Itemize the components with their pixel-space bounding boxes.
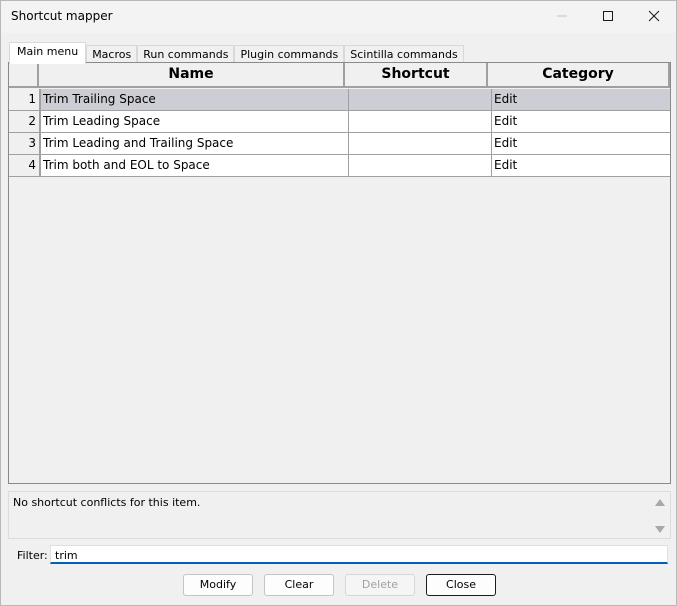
title-bar: Shortcut mapper	[1, 1, 676, 33]
conflict-info-box[interactable]: No shortcut conflicts for this item.	[8, 491, 671, 539]
row-shortcut[interactable]	[349, 133, 492, 155]
row-index: 4	[9, 155, 41, 177]
table-row[interactable]: 4 Trim both and EOL to Space Edit	[9, 155, 670, 177]
header-category[interactable]: Category	[488, 63, 670, 88]
table-row[interactable]: 1 Trim Trailing Space Edit	[9, 89, 670, 111]
row-category[interactable]: Edit	[492, 133, 670, 155]
conflict-info-text: No shortcut conflicts for this item.	[13, 496, 201, 509]
delete-button[interactable]: Delete	[345, 574, 415, 596]
row-name[interactable]: Trim Trailing Space	[41, 89, 349, 111]
shortcut-grid[interactable]: Name Shortcut Category 1 Trim Trailing S…	[8, 62, 671, 484]
close-button[interactable]: Close	[426, 574, 496, 596]
window-title: Shortcut mapper	[11, 9, 113, 23]
grid-header: Name Shortcut Category	[9, 63, 670, 88]
row-name[interactable]: Trim Leading and Trailing Space	[41, 133, 349, 155]
minimize-icon	[557, 15, 567, 17]
row-shortcut[interactable]	[349, 155, 492, 177]
filter-label: Filter:	[17, 549, 48, 562]
table-row[interactable]: 2 Trim Leading Space Edit	[9, 111, 670, 133]
row-index: 3	[9, 133, 41, 155]
row-category[interactable]: Edit	[492, 155, 670, 177]
close-icon	[648, 10, 660, 22]
row-name[interactable]: Trim both and EOL to Space	[41, 155, 349, 177]
modify-button[interactable]: Modify	[183, 574, 253, 596]
row-index: 1	[9, 89, 41, 111]
header-shortcut[interactable]: Shortcut	[345, 63, 488, 88]
row-category[interactable]: Edit	[492, 89, 670, 111]
header-corner	[9, 63, 39, 88]
tab-main-menu[interactable]: Main menu	[9, 42, 87, 64]
row-shortcut[interactable]	[349, 111, 492, 133]
scroll-down-icon[interactable]	[654, 524, 666, 534]
tab-strip: Main menu Macros Run commands Plugin com…	[9, 42, 464, 64]
header-name[interactable]: Name	[39, 63, 345, 88]
maximize-icon	[603, 11, 613, 21]
filter-input[interactable]: trim	[50, 545, 668, 564]
scroll-up-icon[interactable]	[654, 498, 666, 508]
minimize-button[interactable]	[539, 1, 585, 31]
clear-button[interactable]: Clear	[264, 574, 334, 596]
row-shortcut[interactable]	[349, 89, 492, 111]
row-name[interactable]: Trim Leading Space	[41, 111, 349, 133]
row-index: 2	[9, 111, 41, 133]
close-window-button[interactable]	[631, 1, 677, 31]
table-row[interactable]: 3 Trim Leading and Trailing Space Edit	[9, 133, 670, 155]
row-category[interactable]: Edit	[492, 111, 670, 133]
maximize-button[interactable]	[585, 1, 631, 31]
shortcut-mapper-window: Shortcut mapper Main menu Macros Run com…	[0, 0, 677, 606]
